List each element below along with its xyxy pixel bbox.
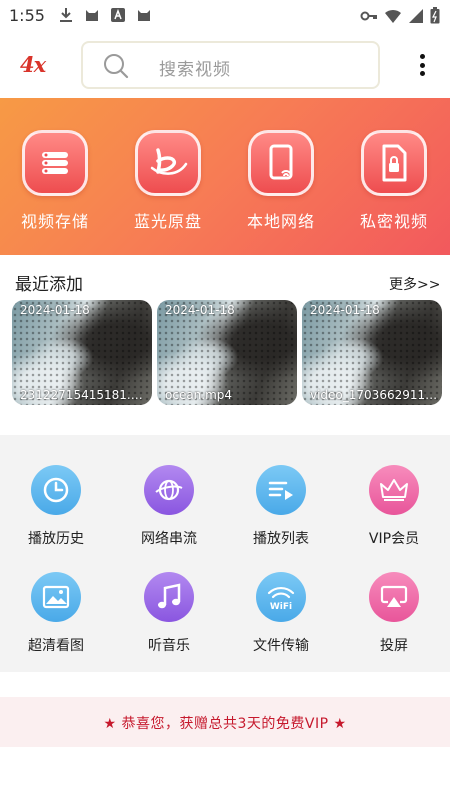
category-private-video[interactable]: 私密视频 xyxy=(344,130,444,232)
feature-label: 网络串流 xyxy=(141,531,197,547)
feature-label: 文件传输 xyxy=(253,638,309,654)
more-link[interactable]: 更多>> xyxy=(389,274,440,294)
recent-title: 最近添加 xyxy=(15,275,83,295)
app-logo[interactable]: 4x xyxy=(20,52,46,77)
music-icon xyxy=(144,572,194,622)
clock-icon xyxy=(31,465,81,515)
recent-video-thumbnail[interactable]: 2024-01-18 video_1703662911221.mp4 xyxy=(302,300,442,405)
cat-notification-icon xyxy=(138,10,150,21)
feature-label: 超清看图 xyxy=(28,638,84,654)
cat-notification-icon xyxy=(86,10,98,21)
thumbnail-filename: video_1703662911221.mp4 xyxy=(310,388,438,402)
wifi-icon xyxy=(385,9,401,23)
category-label: 蓝光原盘 xyxy=(133,212,202,231)
thumbnail-filename: 23122715415181.mp4 xyxy=(20,388,148,402)
key-icon xyxy=(360,11,377,20)
notification-icons xyxy=(58,7,152,23)
feature-file-transfer[interactable]: WiFi 文件传输 xyxy=(231,572,331,655)
vip-gift-banner[interactable]: ★ 恭喜您，获赠总共3天的免费VIP ★ xyxy=(0,697,450,747)
thumbnail-filename: ocean.mp4 xyxy=(165,388,233,402)
feature-label: 投屏 xyxy=(380,638,408,654)
feature-play-history[interactable]: 播放历史 xyxy=(6,465,106,548)
feature-label: 播放历史 xyxy=(28,531,84,547)
cast-icon xyxy=(369,572,419,622)
a-notification-icon xyxy=(111,8,125,22)
status-bar: 1:55 xyxy=(0,0,450,32)
feature-screen-cast[interactable]: 投屏 xyxy=(344,572,444,655)
feature-label: 播放列表 xyxy=(253,531,309,547)
category-video-storage[interactable]: 视频存储 xyxy=(5,130,105,232)
top-bar: 4x 搜索视频 xyxy=(0,32,450,98)
category-bluray[interactable]: 蓝光原盘 xyxy=(118,130,218,232)
search-placeholder: 搜索视频 xyxy=(159,60,231,80)
thumbnail-date: 2024-01-18 xyxy=(165,303,235,317)
crown-icon xyxy=(369,465,419,515)
thumbnail-date: 2024-01-18 xyxy=(310,303,380,317)
signal-icon xyxy=(409,8,423,23)
phone-wifi-icon xyxy=(248,130,314,196)
playlist-icon xyxy=(256,465,306,515)
globe-icon xyxy=(144,465,194,515)
feature-music[interactable]: 听音乐 xyxy=(119,572,219,655)
feature-label: VIP会员 xyxy=(368,531,420,547)
feature-label: 听音乐 xyxy=(148,638,190,654)
wifi-transfer-icon: WiFi xyxy=(256,572,306,622)
system-icons xyxy=(360,7,440,24)
category-banner: 视频存储 蓝光原盘 本地网络 私密视频 xyxy=(0,98,450,255)
svg-text:WiFi: WiFi xyxy=(270,602,292,612)
feature-network-stream[interactable]: 网络串流 xyxy=(119,465,219,548)
feature-vip[interactable]: VIP会员 xyxy=(344,465,444,548)
thumbnail-date: 2024-01-18 xyxy=(20,303,90,317)
lock-file-icon xyxy=(361,130,427,196)
list-storage-icon xyxy=(22,130,88,196)
recent-video-thumbnail[interactable]: 2024-01-18 23122715415181.mp4 xyxy=(12,300,152,405)
status-time: 1:55 xyxy=(9,6,45,25)
category-label: 私密视频 xyxy=(359,212,428,231)
search-box[interactable]: 搜索视频 xyxy=(81,41,380,89)
category-local-network[interactable]: 本地网络 xyxy=(231,130,331,232)
more-vertical-icon[interactable] xyxy=(412,51,432,79)
bluray-icon xyxy=(135,130,201,196)
category-label: 视频存储 xyxy=(20,212,89,231)
vip-gift-text: ★ 恭喜您，获赠总共3天的免费VIP ★ xyxy=(103,716,347,732)
image-icon xyxy=(31,572,81,622)
battery-icon xyxy=(430,7,440,24)
feature-playlist[interactable]: 播放列表 xyxy=(231,465,331,548)
category-label: 本地网络 xyxy=(246,212,315,231)
search-icon xyxy=(104,54,129,79)
download-icon xyxy=(60,8,72,22)
recent-video-thumbnail[interactable]: 2024-01-18 ocean.mp4 xyxy=(157,300,297,405)
feature-hd-image[interactable]: 超清看图 xyxy=(6,572,106,655)
